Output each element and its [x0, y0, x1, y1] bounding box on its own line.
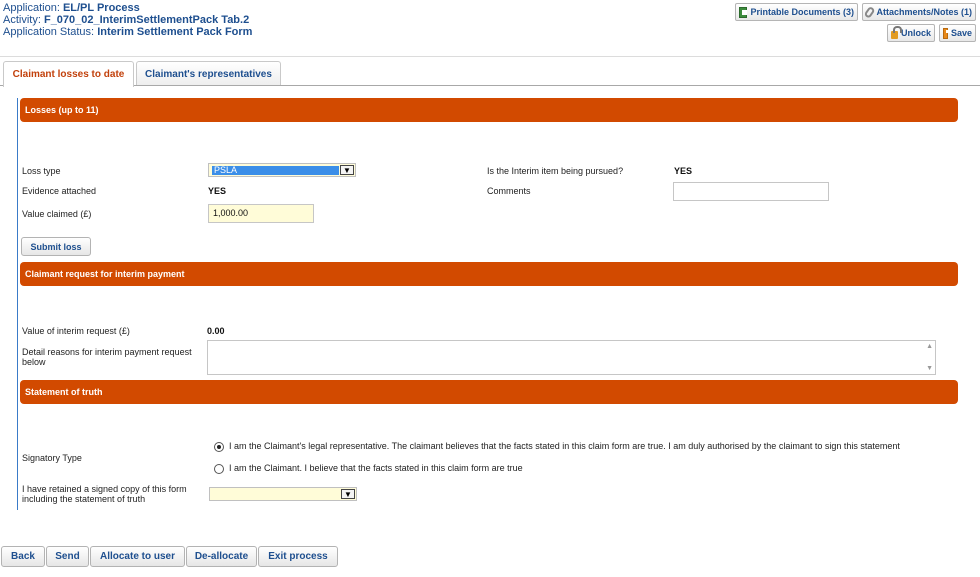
de-allocate-button[interactable]: De-allocate	[186, 546, 257, 567]
application-info: Application: EL/PL Process Activity: F_0…	[3, 2, 252, 38]
interim-pursued-label: Is the Interim item being pursued?	[487, 166, 624, 176]
allocate-to-user-button[interactable]: Allocate to user	[90, 546, 185, 567]
activity-value: F_070_02_InterimSettlementPack Tab.2	[43, 14, 250, 26]
detail-reasons-label: Detail reasons for interim payment reque…	[22, 347, 192, 367]
signatory-legal-rep-label: I am the Claimant's legal representative…	[229, 441, 900, 451]
paperclip-icon	[863, 5, 876, 19]
evidence-attached-label: Evidence attached	[22, 186, 97, 196]
signatory-claimant-radio[interactable]	[214, 464, 224, 474]
submit-loss-button[interactable]: Submit loss	[21, 237, 91, 256]
tab-claimant-losses[interactable]: Claimant losses to date	[3, 61, 134, 87]
evidence-attached-value: YES	[208, 186, 227, 196]
save-icon	[943, 27, 951, 39]
scroll-up-icon[interactable]: ▲	[926, 343, 933, 350]
loss-type-value: PSLA	[212, 166, 339, 175]
save-label: Save	[950, 28, 972, 38]
retained-copy-label: I have retained a signed copy of this fo…	[22, 484, 187, 504]
signatory-legal-rep-radio[interactable]	[214, 442, 224, 452]
chevron-down-icon[interactable]: ▼	[341, 489, 355, 499]
loss-type-select[interactable]: PSLA ▼	[208, 163, 356, 177]
comments-input[interactable]	[673, 182, 829, 201]
application-line: Application: EL/PL Process	[3, 2, 252, 14]
losses-section-header: Losses (up to 11)	[20, 98, 958, 122]
value-claimed-label: Value claimed (£)	[22, 209, 92, 219]
detail-reasons-textarea[interactable]: ▲ ▼	[207, 340, 936, 375]
interim-request-value: 0.00	[207, 326, 225, 336]
send-button[interactable]: Send	[46, 546, 89, 567]
status-line: Application Status: Interim Settlement P…	[3, 26, 252, 38]
status-value: Interim Settlement Pack Form	[97, 26, 253, 38]
value-claimed-input[interactable]: 1,000.00	[208, 204, 314, 223]
exit-process-button[interactable]: Exit process	[258, 546, 338, 567]
interim-pursued-value: YES	[674, 166, 693, 176]
lock-icon	[891, 25, 902, 39]
back-button[interactable]: Back	[1, 546, 45, 567]
attachments-notes-button[interactable]: Attachments/Notes (1)	[862, 3, 976, 21]
unlock-button[interactable]: Unlock	[887, 24, 935, 42]
attachments-notes-label: Attachments/Notes (1)	[876, 7, 972, 17]
form-left-border	[17, 98, 18, 510]
activity-line: Activity: F_070_02_InterimSettlementPack…	[3, 14, 252, 26]
chevron-down-icon[interactable]: ▼	[340, 165, 354, 175]
document-icon	[739, 6, 748, 18]
interim-request-section-header: Claimant request for interim payment	[20, 262, 958, 286]
signatory-claimant-label: I am the Claimant. I believe that the fa…	[229, 463, 523, 473]
application-value: EL/PL Process	[62, 2, 140, 14]
printable-documents-label: Printable Documents (3)	[750, 7, 854, 17]
signatory-type-label: Signatory Type	[22, 453, 82, 463]
header-divider	[0, 56, 980, 57]
save-button[interactable]: Save	[939, 24, 976, 42]
unlock-label: Unlock	[900, 28, 931, 38]
loss-type-label: Loss type	[22, 166, 61, 176]
application-label: Application:	[3, 2, 60, 14]
statement-of-truth-section-header: Statement of truth	[20, 380, 958, 404]
activity-label: Activity:	[3, 14, 41, 26]
status-label: Application Status:	[3, 26, 95, 38]
tab-claimant-representatives[interactable]: Claimant's representatives	[136, 61, 281, 86]
interim-request-value-label: Value of interim request (£)	[22, 326, 130, 336]
retained-copy-select[interactable]: ▼	[209, 487, 357, 501]
scroll-down-icon[interactable]: ▼	[926, 365, 933, 372]
comments-label: Comments	[487, 186, 531, 196]
printable-documents-button[interactable]: Printable Documents (3)	[735, 3, 858, 21]
tab-strip-line	[0, 85, 980, 86]
